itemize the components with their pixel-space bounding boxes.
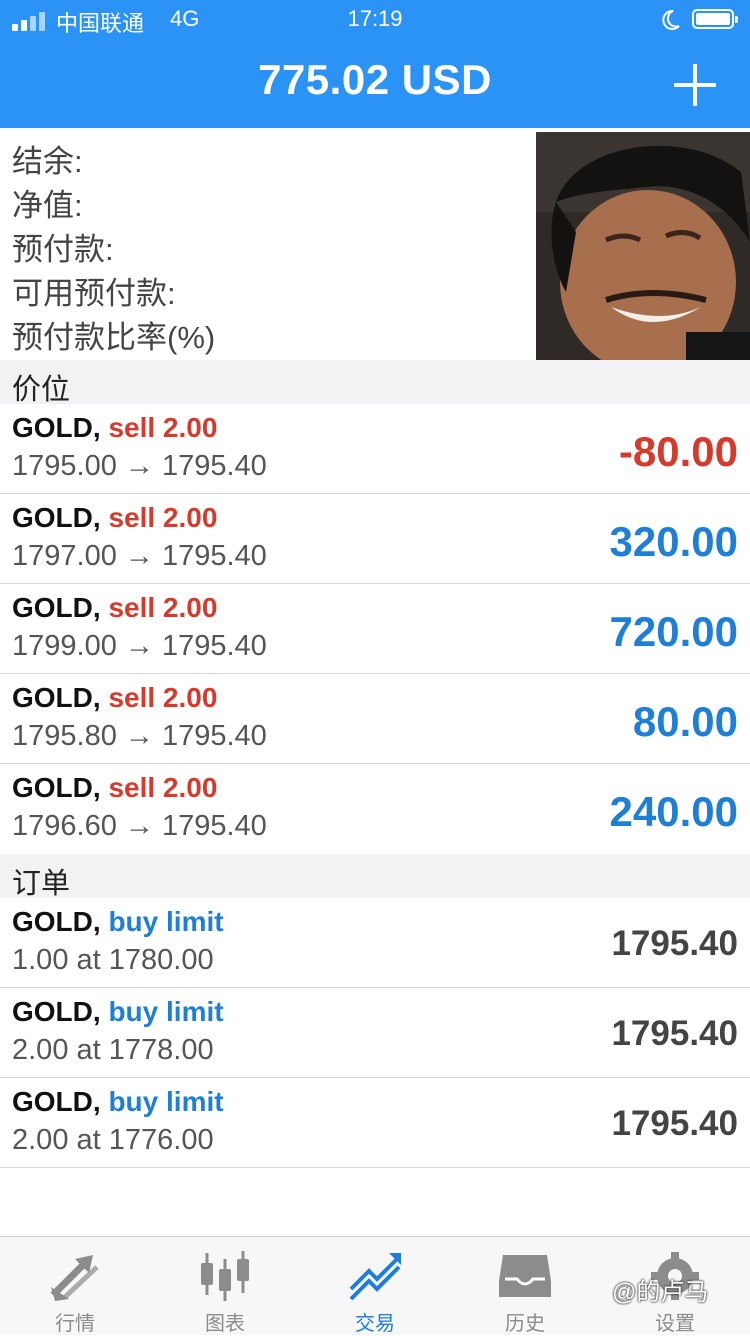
margin-label: 预付款: bbox=[12, 232, 114, 267]
trade-trend-icon bbox=[349, 1253, 401, 1301]
order-symbol: GOLD, bbox=[12, 996, 101, 1027]
equity-label: 净值: bbox=[12, 188, 83, 223]
position-symbol: GOLD, bbox=[12, 592, 101, 623]
position-action: sell 2.00 bbox=[108, 772, 218, 803]
plus-icon[interactable] bbox=[674, 64, 716, 106]
margin-level-label: 预付款比率(%) bbox=[12, 320, 216, 355]
profile-photo bbox=[536, 132, 750, 360]
tab-label: 行情 bbox=[55, 1313, 95, 1335]
order-detail: 1.00 at 1780.00 bbox=[12, 944, 214, 976]
account-equity-title: 775.02 USD bbox=[258, 56, 492, 103]
position-profit: -80.00 bbox=[618, 428, 738, 475]
tab-trade[interactable]: 交易 bbox=[300, 1237, 450, 1335]
orders-section-header: 订单 bbox=[0, 854, 750, 900]
position-profit: 80.00 bbox=[632, 698, 738, 745]
position-symbol: GOLD, bbox=[12, 682, 101, 713]
position-row[interactable]: GOLD, sell 2.00 1797.00 → 1795.40 320.00 bbox=[0, 494, 750, 584]
order-current-price: 1795.40 bbox=[611, 1104, 738, 1143]
position-action: sell 2.00 bbox=[108, 592, 218, 623]
status-bar: 中国联通 4G 17:19 bbox=[0, 0, 750, 40]
candlestick-chart-icon bbox=[201, 1251, 249, 1301]
do-not-disturb-icon bbox=[662, 9, 680, 30]
tab-charts[interactable]: 图表 bbox=[150, 1237, 300, 1335]
order-current-price: 1795.40 bbox=[611, 1014, 738, 1053]
position-row[interactable]: GOLD, sell 2.00 1795.80 → 1795.40 80.00 bbox=[0, 674, 750, 764]
battery-icon bbox=[692, 9, 738, 29]
order-symbol: GOLD, bbox=[12, 906, 101, 937]
position-symbol: GOLD, bbox=[12, 412, 101, 443]
position-profit: 320.00 bbox=[609, 518, 738, 565]
position-prices: 1799.00 → 1795.40 bbox=[12, 630, 267, 662]
tab-label: 图表 bbox=[205, 1313, 245, 1335]
balance-label: 结余: bbox=[12, 144, 83, 179]
position-action: sell 2.00 bbox=[108, 412, 218, 443]
watermark-text: @的卢马 bbox=[612, 1279, 709, 1306]
quotes-arrows-icon bbox=[50, 1255, 99, 1301]
order-row[interactable]: GOLD, buy limit 1.00 at 1780.00 1795.40 bbox=[0, 898, 750, 988]
position-row[interactable]: GOLD, sell 2.00 1795.00 → 1795.40 -80.00 bbox=[0, 404, 750, 494]
tab-quotes[interactable]: 行情 bbox=[0, 1237, 150, 1335]
position-prices: 1796.60 → 1795.40 bbox=[12, 810, 267, 842]
order-row[interactable]: GOLD, buy limit 2.00 at 1778.00 1795.40 bbox=[0, 988, 750, 1078]
position-prices: 1795.80 → 1795.40 bbox=[12, 720, 267, 752]
tab-label: 历史 bbox=[505, 1313, 545, 1335]
position-row[interactable]: GOLD, sell 2.00 1799.00 → 1795.40 720.00 bbox=[0, 584, 750, 674]
position-action: sell 2.00 bbox=[108, 682, 218, 713]
position-symbol: GOLD, bbox=[12, 502, 101, 533]
free-margin-label: 可用预付款: bbox=[12, 276, 176, 311]
order-symbol: GOLD, bbox=[12, 1086, 101, 1117]
position-symbol: GOLD, bbox=[12, 772, 101, 803]
position-action: sell 2.00 bbox=[108, 502, 218, 533]
order-action: buy limit bbox=[108, 996, 224, 1027]
orders-title: 订单 bbox=[12, 868, 71, 900]
positions-section-header: 价位 bbox=[0, 360, 750, 406]
position-prices: 1797.00 → 1795.40 bbox=[12, 540, 267, 572]
status-time: 17:19 bbox=[347, 6, 403, 31]
order-row[interactable]: GOLD, buy limit 2.00 at 1776.00 1795.40 bbox=[0, 1078, 750, 1168]
history-inbox-icon bbox=[499, 1255, 551, 1297]
order-current-price: 1795.40 bbox=[611, 924, 738, 963]
order-action: buy limit bbox=[108, 906, 224, 937]
top-bar: 中国联通 4G 17:19 775.02 USD bbox=[0, 0, 750, 128]
position-profit: 240.00 bbox=[609, 788, 738, 835]
position-profit: 720.00 bbox=[609, 608, 738, 655]
position-row[interactable]: GOLD, sell 2.00 1796.60 → 1795.40 240.00 bbox=[0, 764, 750, 854]
tab-label: 交易 bbox=[355, 1313, 395, 1335]
order-action: buy limit bbox=[108, 1086, 224, 1117]
positions-title: 价位 bbox=[12, 374, 71, 406]
tab-label: 设置 bbox=[655, 1313, 695, 1335]
tab-history[interactable]: 历史 bbox=[450, 1237, 600, 1335]
order-detail: 2.00 at 1776.00 bbox=[12, 1124, 214, 1156]
position-prices: 1795.00 → 1795.40 bbox=[12, 450, 267, 482]
order-detail: 2.00 at 1778.00 bbox=[12, 1034, 214, 1066]
